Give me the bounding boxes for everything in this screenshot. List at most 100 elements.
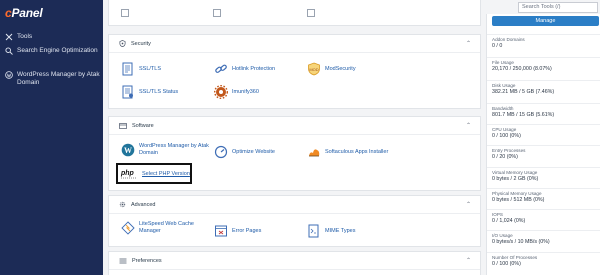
stat-value: 0 / 0 (492, 43, 503, 49)
tool-modsecurity[interactable]: MOD ModSecurity (307, 62, 356, 76)
tool-mime-types[interactable]: MIME Types (307, 224, 355, 238)
tool-label: Imunify360 (232, 88, 259, 95)
tool-label: Optimize Website (232, 148, 275, 155)
sidebar-item-label: Search Engine Optimization (17, 47, 98, 54)
wordpress-icon: W (121, 143, 135, 157)
tool-label: Hotlink Protection (232, 65, 276, 72)
disk-icon (307, 9, 315, 17)
divider (487, 209, 600, 210)
tool-ssl-tls[interactable]: SSL/TLS (121, 62, 161, 76)
sidebar-item-label: WordPress Manager by Atak Domain (17, 71, 100, 86)
stat-file-usage: File Usage 20,170 / 250,000 (8.07%) (492, 59, 598, 73)
preferences-icon (119, 258, 127, 264)
chevron-up-icon[interactable]: ⌃ (466, 257, 471, 264)
divider (487, 80, 600, 81)
stat-label: File Usage (492, 60, 514, 65)
tool-ssl-tls-status[interactable]: SSL/TLS Status (121, 85, 178, 99)
panel-advanced: Advanced ⌃ LiteSpeed Web Cache Manager E… (108, 195, 481, 247)
sidebar-item-tools[interactable]: Tools (5, 33, 100, 41)
chevron-up-icon[interactable]: ⌃ (466, 122, 471, 129)
section-header-software[interactable]: Software ⌃ (109, 117, 480, 135)
svg-text:MOD: MOD (309, 67, 318, 72)
stat-label: Bandwidth (492, 106, 514, 111)
section-title: Security (131, 40, 151, 47)
stat-label: Addon Domains (492, 37, 525, 42)
section-header-security[interactable]: Security ⌃ (109, 35, 480, 53)
stat-value: 0 bytes / 2 GB (0%) (492, 176, 539, 182)
tool-hotlink-protection[interactable]: Hotlink Protection (214, 62, 275, 76)
tool-label: MIME Types (325, 227, 356, 234)
software-box-icon (119, 122, 127, 129)
svg-text:W: W (124, 146, 132, 155)
stat-physical-memory: Physical Memory Usage 0 bytes / 512 MB (… (492, 190, 598, 204)
tool-label: SSL/TLS (139, 65, 162, 72)
sidebar: cPanel Tools Search Engine Optimization … (0, 0, 103, 275)
main-content: Security ⌃ SSL/TLS Hotlink Protection MO… (108, 0, 481, 275)
certificate-icon (122, 62, 133, 76)
stat-number-of-processes: Number Of Processes 0 / 100 (0%) (492, 254, 598, 268)
softaculous-icon (309, 149, 320, 157)
tool-label: Error Pages (232, 227, 262, 234)
divider (487, 57, 600, 58)
search-tools-input[interactable]: Search Tools (/) (518, 2, 598, 13)
panel-security: Security ⌃ SSL/TLS Hotlink Protection MO… (108, 34, 481, 109)
shield-icon (119, 40, 126, 47)
chevron-up-icon[interactable]: ⌃ (466, 40, 471, 47)
wordpress-icon (5, 71, 13, 79)
tool-imunify360[interactable]: Imunify360 (214, 85, 259, 99)
tool-litespeed-cache[interactable]: LiteSpeed Web Cache Manager (121, 221, 201, 235)
error-page-icon (215, 225, 227, 237)
section-title: Preferences (132, 257, 162, 264)
stat-virtual-memory: Virtual Memory Usage 0 bytes / 2 GB (0%) (492, 169, 598, 183)
section-title: Advanced (131, 201, 156, 208)
section-header-advanced[interactable]: Advanced ⌃ (109, 196, 480, 214)
divider (487, 230, 600, 231)
search-placeholder: Search Tools (/) (522, 4, 561, 10)
divider (487, 145, 600, 146)
manage-button[interactable]: Manage (492, 16, 599, 26)
tool-wordpress-manager[interactable]: W WordPress Manager by Atak Domain (121, 143, 216, 157)
tool-error-pages[interactable]: Error Pages (214, 224, 261, 238)
statistics-panel: Manage Addon Domains 0 / 0 File Usage 20… (486, 14, 600, 275)
divider (487, 103, 600, 104)
stat-label: Physical Memory Usage (492, 191, 542, 196)
stat-cpu-usage: CPU Usage 0 / 100 (0%) (492, 126, 598, 140)
stat-value: 0 bytes/s / 10 MB/s (0%) (492, 239, 550, 245)
chevron-up-icon[interactable]: ⌃ (466, 201, 471, 208)
tool-label: Softaculous Apps Installer (325, 148, 389, 155)
divider (487, 188, 600, 189)
stat-bandwidth: Bandwidth 801.7 MB / 15 GB (5.61%) (492, 105, 598, 119)
stat-value: 0 / 1,024 (0%) (492, 218, 526, 224)
tool-label: WordPress Manager by Atak Domain (139, 143, 209, 156)
stat-label: Virtual Memory Usage (492, 170, 538, 175)
section-title: Software (132, 122, 154, 129)
section-header-preferences[interactable]: Preferences ⌃ (109, 252, 480, 270)
divider (487, 124, 600, 125)
divider (487, 252, 600, 253)
stat-entry-processes: Entry Processes 0 / 20 (0%) (492, 147, 598, 161)
link-icon (215, 64, 227, 73)
tool-optimize-website[interactable]: Optimize Website (214, 145, 275, 159)
stat-addon-domains: Addon Domains 0 / 0 (492, 36, 598, 50)
stat-label: IOPS (492, 212, 503, 217)
tool-label: SSL/TLS Status (139, 88, 179, 95)
stat-value: 801.7 MB / 15 GB (5.61%) (492, 112, 555, 118)
stat-value: 20,170 / 250,000 (8.07%) (492, 66, 552, 72)
stat-label: Entry Processes (492, 148, 526, 153)
tools-icon (5, 33, 13, 41)
stat-label: CPU Usage (492, 127, 517, 132)
tool-softaculous[interactable]: Softaculous Apps Installer (307, 145, 388, 159)
stat-value: 0 / 100 (0%) (492, 133, 521, 139)
stat-iops: IOPS 0 / 1,024 (0%) (492, 211, 598, 225)
stat-label: I/O Usage (492, 233, 513, 238)
sidebar-item-seo[interactable]: Search Engine Optimization (5, 47, 100, 55)
speedometer-icon (214, 145, 228, 159)
sidebar-item-wordpress-manager[interactable]: WordPress Manager by Atak Domain (5, 71, 100, 87)
mime-icon (308, 224, 319, 238)
litespeed-icon (121, 221, 135, 235)
search-icon (5, 47, 13, 55)
imunify-gear-icon (214, 85, 228, 99)
certificate-status-icon (122, 85, 133, 99)
cpanel-logo[interactable]: cPanel (5, 6, 43, 20)
tool-label: LiteSpeed Web Cache Manager (139, 221, 194, 234)
